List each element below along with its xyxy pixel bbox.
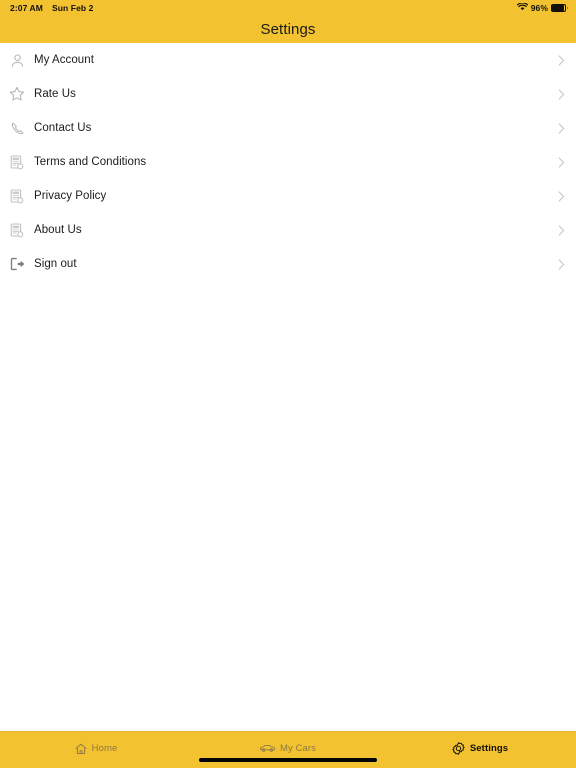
battery-full-icon <box>551 4 568 12</box>
tab-label: Home <box>91 743 118 754</box>
status-bar-date: Sun Feb 2 <box>51 3 94 13</box>
car-icon <box>259 744 275 753</box>
sign-out-icon <box>2 247 32 281</box>
list-item-label: Terms and Conditions <box>34 156 147 168</box>
list-item-label: Privacy Policy <box>34 190 107 202</box>
list-item-sign-out[interactable]: Sign out <box>0 247 576 281</box>
document-icon <box>2 145 32 179</box>
list-item-label: Contact Us <box>34 122 92 134</box>
chevron-right-icon[interactable] <box>556 258 566 270</box>
list-item-about-us[interactable]: About Us <box>0 213 576 247</box>
tab-label: Settings <box>469 743 509 754</box>
chevron-right-icon[interactable] <box>556 122 566 134</box>
document-icon <box>2 213 32 247</box>
list-item-rate-us[interactable]: Rate Us <box>0 77 576 111</box>
user-icon <box>2 43 32 77</box>
list-item-label: Rate Us <box>34 88 76 100</box>
bottom-tab-bar: Home My Cars Settings <box>0 731 576 768</box>
page-title: Settings <box>260 21 316 38</box>
star-icon <box>2 77 32 111</box>
status-bar-left: 2:07 AM Sun Feb 2 <box>10 3 94 13</box>
home-indicator[interactable] <box>199 758 377 762</box>
gear-icon <box>452 742 465 755</box>
list-item-label: Sign out <box>34 258 77 270</box>
list-item-contact-us[interactable]: Contact Us <box>0 111 576 145</box>
app-header: Settings <box>0 16 576 43</box>
list-item-privacy-policy[interactable]: Privacy Policy <box>0 179 576 213</box>
status-bar-right: 96% <box>516 2 568 13</box>
battery-percentage: 96% <box>530 3 548 13</box>
chevron-right-icon[interactable] <box>556 88 566 100</box>
status-bar-time: 2:07 AM <box>10 3 43 13</box>
home-icon <box>75 743 87 755</box>
tab-bar-divider <box>0 731 576 732</box>
tab-my-cars[interactable]: My Cars <box>192 737 384 760</box>
settings-list: My Account Rate Us Contact Us Terms and … <box>0 43 576 281</box>
phone-icon <box>2 111 32 145</box>
tab-settings[interactable]: Settings <box>384 737 576 760</box>
wifi-icon <box>516 2 528 13</box>
chevron-right-icon[interactable] <box>556 190 566 202</box>
document-icon <box>2 179 32 213</box>
list-item-terms-and-conditions[interactable]: Terms and Conditions <box>0 145 576 179</box>
list-item-label: About Us <box>34 224 82 236</box>
settings-screen: 2:07 AM Sun Feb 2 96% Settings My Accoun… <box>0 0 576 768</box>
status-bar: 2:07 AM Sun Feb 2 96% <box>0 0 576 16</box>
list-item-my-account[interactable]: My Account <box>0 43 576 77</box>
chevron-right-icon[interactable] <box>556 224 566 236</box>
tab-home[interactable]: Home <box>0 737 192 760</box>
chevron-right-icon[interactable] <box>556 156 566 168</box>
chevron-right-icon[interactable] <box>556 54 566 66</box>
list-item-label: My Account <box>34 54 94 66</box>
tab-label: My Cars <box>279 743 317 754</box>
